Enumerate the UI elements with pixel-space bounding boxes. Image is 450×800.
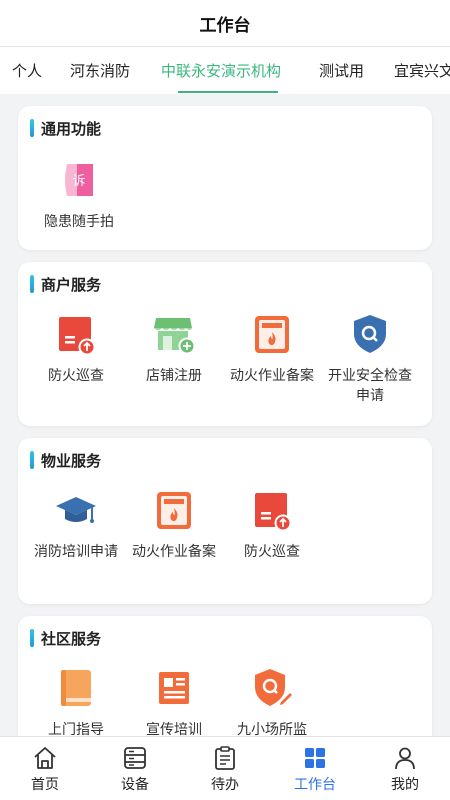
item-small-venues-supervision[interactable]: 九小场所监	[223, 666, 321, 736]
tab-yibin-xingwen[interactable]: 宜宾兴文	[394, 47, 450, 94]
nav-label: 待办	[211, 777, 239, 793]
tab-zhonglian-demo[interactable]: 中联永安演示机构	[161, 47, 281, 94]
title-accent-bar	[30, 275, 34, 293]
item-label: 上门指导	[48, 722, 104, 736]
tab-hedong-fire[interactable]: 河东消防	[70, 47, 130, 94]
item-shop-register[interactable]: 店铺注册	[125, 312, 223, 386]
report-photo-icon: 诉	[57, 158, 101, 202]
bottom-nav: 首页 设备 待办 工作台 我的	[0, 736, 450, 800]
title-accent-bar	[30, 451, 34, 469]
item-hot-work-record[interactable]: 动火作业备案	[125, 488, 223, 562]
item-fire-patrol[interactable]: 防火巡查	[223, 488, 321, 562]
title-accent-bar	[30, 629, 34, 647]
item-hazard-photo[interactable]: 诉 隐患随手拍	[30, 158, 128, 232]
fire-patrol-icon	[250, 488, 294, 532]
svg-text:诉: 诉	[72, 174, 85, 189]
section-general: 通用功能 诉 隐患随手拍	[18, 106, 432, 250]
item-label: 动火作业备案	[230, 368, 314, 384]
fire-patrol-icon	[54, 312, 98, 356]
section-title-text: 物业服务	[41, 451, 102, 470]
grid-icon	[302, 745, 328, 771]
workbench-content[interactable]: 通用功能 诉 隐患随手拍 商户服务 防火巡查 店铺注册 动火作业备案 开业安全检…	[0, 94, 450, 736]
section-title: 社区服务	[30, 628, 101, 648]
nav-label: 工作台	[294, 777, 336, 793]
device-icon	[122, 745, 148, 771]
newspaper-icon	[152, 666, 196, 710]
section-title: 物业服务	[30, 450, 101, 470]
nav-label: 我的	[391, 777, 419, 793]
nav-device[interactable]: 设备	[90, 737, 180, 800]
item-label: 防火巡查	[48, 368, 104, 384]
item-fire-patrol[interactable]: 防火巡查	[27, 312, 125, 386]
opening-inspection-icon	[348, 312, 392, 356]
item-label: 隐患随手拍	[44, 214, 114, 230]
item-label: 开业安全检查申请	[328, 368, 412, 404]
nav-home[interactable]: 首页	[0, 737, 90, 800]
section-property: 物业服务 消防培训申请 动火作业备案 防火巡查	[18, 438, 432, 604]
section-title-text: 通用功能	[41, 119, 102, 138]
section-merchant: 商户服务 防火巡查 店铺注册 动火作业备案 开业安全检查申请	[18, 262, 432, 426]
nav-todo[interactable]: 待办	[180, 737, 270, 800]
hot-work-record-icon	[152, 488, 196, 532]
section-title: 通用功能	[30, 118, 101, 138]
item-label: 宣传培训	[146, 722, 202, 736]
training-cap-icon	[54, 488, 98, 532]
nav-label: 首页	[31, 777, 59, 793]
clipboard-icon	[212, 745, 238, 771]
home-icon	[32, 745, 58, 771]
nav-workbench[interactable]: 工作台	[270, 737, 360, 800]
section-title: 商户服务	[30, 274, 101, 294]
item-label: 动火作业备案	[132, 544, 216, 560]
nav-mine[interactable]: 我的	[360, 737, 450, 800]
item-label: 九小场所监	[237, 722, 307, 736]
tab-test[interactable]: 测试用	[319, 47, 364, 94]
user-icon	[392, 745, 418, 771]
item-hot-work-record[interactable]: 动火作业备案	[223, 312, 321, 386]
shield-edit-icon	[250, 666, 295, 710]
shop-register-icon	[152, 312, 196, 356]
page-title: 工作台	[199, 15, 251, 36]
item-label: 消防培训申请	[34, 544, 118, 560]
app-header: 工作台	[0, 0, 450, 46]
item-publicity-training[interactable]: 宣传培训	[125, 666, 223, 736]
hot-work-record-icon	[250, 312, 294, 356]
book-icon	[54, 666, 98, 710]
section-community: 社区服务 上门指导 宣传培训 九小场所监	[18, 616, 432, 736]
item-opening-inspection[interactable]: 开业安全检查申请	[321, 312, 419, 406]
item-fire-training[interactable]: 消防培训申请	[27, 488, 125, 562]
tab-personal[interactable]: 个人	[12, 47, 42, 94]
item-label: 店铺注册	[146, 368, 202, 384]
item-onsite-guidance[interactable]: 上门指导	[27, 666, 125, 736]
org-tab-bar[interactable]: 个人 河东消防 中联永安演示机构 测试用 宜宾兴文	[0, 46, 450, 94]
active-tab-indicator	[178, 91, 278, 93]
title-accent-bar	[30, 119, 34, 137]
nav-label: 设备	[121, 777, 149, 793]
item-label: 防火巡查	[244, 544, 300, 560]
section-title-text: 社区服务	[41, 629, 102, 648]
section-title-text: 商户服务	[41, 275, 102, 294]
